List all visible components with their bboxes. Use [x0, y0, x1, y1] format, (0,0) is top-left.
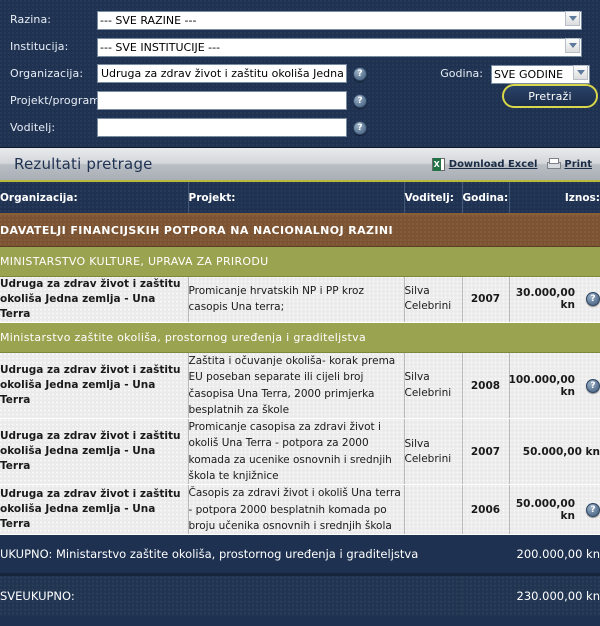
cell-iznos: 30.000,00 kn ?	[509, 276, 600, 324]
cell-godina: 2007	[462, 418, 510, 486]
help-icon[interactable]: ?	[353, 93, 367, 108]
help-icon[interactable]: ?	[353, 66, 367, 81]
section-total-amount: 200.000,00 kn	[462, 534, 600, 577]
form-row-razina: Razina: --- SVE RAZINE ---	[10, 9, 590, 30]
national-level-band: DAVATELJI FINANCIJSKIH POTPORA NA NACION…	[0, 214, 600, 247]
help-icon[interactable]: ?	[586, 502, 600, 517]
column-header-organizacija: Organizacija:	[0, 182, 189, 215]
cell-iznos-value: 100.000,00 kn	[508, 373, 575, 398]
national-level-band-label: DAVATELJI FINANCIJSKIH POTPORA NA NACION…	[0, 214, 600, 247]
cell-godina: 2006	[462, 484, 510, 536]
cell-iznos-value: 50.000,00 kn	[515, 497, 575, 522]
grand-total-row: SVEUKUPNO: 230.000,00 kn	[0, 574, 600, 616]
help-icon[interactable]: ?	[586, 378, 600, 393]
form-row-organizacija: Organizacija: ? Godina: SVE GODINE	[10, 63, 590, 84]
excel-icon	[431, 157, 445, 171]
print-button[interactable]: Print	[546, 158, 592, 170]
download-excel-button[interactable]: Download Excel	[431, 157, 538, 171]
column-header-godina: Godina:	[462, 182, 510, 215]
column-header-voditelj: Voditelj:	[404, 182, 463, 215]
printer-icon	[546, 158, 562, 170]
section-total-label: UKUPNO: Ministarstvo zaštite okoliša, pr…	[0, 534, 462, 577]
search-button[interactable]: Pretraži	[502, 84, 598, 108]
cell-organizacija: Udruga za zdrav život i zaštitu okoliša …	[0, 276, 189, 324]
results-table: Organizacija: Projekt: Voditelj: Godina:…	[0, 182, 600, 616]
label-projekt-program: Projekt/program:	[10, 94, 104, 107]
razina-select-wrap: --- SVE RAZINE ---	[97, 9, 582, 30]
table-header-row: Organizacija: Projekt: Voditelj: Godina:…	[0, 182, 600, 215]
cell-iznos-value: 30.000,00 kn	[515, 287, 575, 312]
cell-voditelj	[404, 484, 463, 536]
table-row[interactable]: Udruga za zdrav život i zaštitu okoliša …	[0, 418, 600, 486]
voditelj-input[interactable]	[97, 118, 347, 137]
label-godina: Godina:	[440, 67, 483, 80]
organizacija-input[interactable]	[97, 64, 347, 83]
help-icon[interactable]: ?	[586, 292, 600, 307]
cell-iznos: 100.000,00 kn ?	[508, 352, 600, 420]
download-excel-label: Download Excel	[448, 158, 538, 170]
projekt-program-input[interactable]	[97, 91, 347, 110]
cell-organizacija: Udruga za zdrav život i zaštitu okoliša …	[0, 418, 189, 486]
razina-select[interactable]: --- SVE RAZINE ---	[97, 11, 582, 30]
results-actions: Download Excel Print	[431, 157, 592, 171]
cell-iznos: 50.000,00 kn	[509, 418, 600, 486]
cell-voditelj: Silva Celebrini	[404, 418, 463, 486]
cell-godina: 2007	[462, 276, 510, 324]
section-total-row: UKUPNO: Ministarstvo zaštite okoliša, pr…	[0, 534, 600, 577]
label-institucija: Institucija:	[10, 40, 69, 53]
help-icon[interactable]: ?	[353, 120, 367, 135]
form-row-voditelj: Voditelj: ?	[10, 117, 590, 138]
ministry-band-label: MINISTARSTVO KULTURE, UPRAVA ZA PRIRODU	[0, 246, 600, 277]
cell-iznos: 50.000,00 kn ?	[509, 484, 600, 536]
cell-godina: 2008	[462, 352, 510, 420]
grand-total-label: SVEUKUPNO:	[0, 574, 462, 616]
results-title: Rezultati pretrage	[14, 155, 153, 173]
table-row[interactable]: Udruga za zdrav život i zaštitu okoliša …	[0, 276, 600, 324]
institucija-select-wrap: --- SVE INSTITUCIJE ---	[97, 36, 582, 57]
label-voditelj: Voditelj:	[10, 121, 56, 134]
cell-iznos-value: 50.000,00 kn	[522, 445, 600, 458]
print-label: Print	[564, 158, 592, 170]
column-header-projekt: Projekt:	[188, 182, 405, 215]
label-razina: Razina:	[10, 13, 52, 26]
cell-organizacija: Udruga za zdrav život i zaštitu okoliša …	[0, 352, 189, 420]
cell-organizacija: Udruga za zdrav život i zaštitu okoliša …	[0, 484, 189, 536]
table-row[interactable]: Udruga za zdrav život i zaštitu okoliša …	[0, 352, 600, 420]
search-form-panel: Razina: --- SVE RAZINE --- Institucija: …	[0, 0, 600, 148]
cell-projekt: Časopis za zdravi život i okoliš Una ter…	[188, 484, 405, 536]
column-header-iznos: Iznos:	[509, 182, 600, 215]
cell-projekt: Zaštita i očuvanje okoliša- korak prema …	[188, 352, 405, 420]
godina-select[interactable]: SVE GODINE	[491, 65, 590, 84]
godina-select-wrap: SVE GODINE	[491, 63, 590, 84]
cell-voditelj: Silva Celebrini	[404, 352, 463, 420]
results-header-bar: Rezultati pretrage Download Excel Print	[0, 148, 600, 182]
label-organizacija: Organizacija:	[10, 67, 84, 80]
ministry-band: Ministarstvo zaštite okoliša, prostornog…	[0, 322, 600, 354]
ministry-band-label: Ministarstvo zaštite okoliša, prostornog…	[0, 322, 600, 354]
grand-total-amount: 230.000,00 kn	[462, 574, 600, 616]
ministry-band: MINISTARSTVO KULTURE, UPRAVA ZA PRIRODU	[0, 246, 600, 277]
cell-voditelj: Silva Celebrini	[404, 276, 463, 324]
cell-projekt: Promicanje casopisa za zdravi život i ok…	[188, 418, 405, 486]
institucija-select[interactable]: --- SVE INSTITUCIJE ---	[97, 38, 582, 57]
form-row-institucija: Institucija: --- SVE INSTITUCIJE ---	[10, 36, 590, 57]
godina-cluster: Godina: SVE GODINE	[440, 63, 590, 84]
table-row[interactable]: Udruga za zdrav život i zaštitu okoliša …	[0, 484, 600, 536]
cell-projekt: Promicanje hrvatskih NP i PP kroz casopi…	[188, 276, 405, 324]
